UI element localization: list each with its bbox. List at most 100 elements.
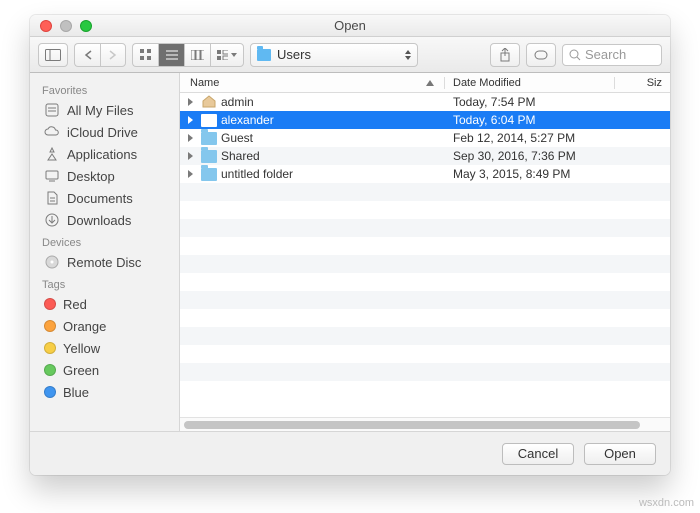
sidebar-item-label: Blue (63, 385, 89, 400)
toolbar: Users Search (30, 37, 670, 73)
table-row[interactable] (180, 327, 670, 345)
sidebar-item-label: Remote Disc (67, 255, 141, 270)
sidebar-toggle-button[interactable] (38, 43, 68, 67)
horizontal-scrollbar[interactable] (180, 417, 670, 431)
documents-icon (44, 190, 60, 206)
close-icon[interactable] (40, 20, 52, 32)
window-title: Open (30, 18, 670, 33)
sidebar-heading: Favorites (30, 79, 179, 99)
file-name: Guest (221, 131, 253, 145)
sidebar-item-label: Applications (67, 147, 137, 162)
search-field[interactable]: Search (562, 44, 662, 66)
table-row[interactable]: adminToday, 7:54 PM (180, 93, 670, 111)
table-row[interactable]: untitled folderMay 3, 2015, 8:49 PM (180, 165, 670, 183)
open-button[interactable]: Open (584, 443, 656, 465)
watermark: wsxdn.com (639, 497, 694, 509)
column-date[interactable]: Date Modified (445, 77, 615, 89)
table-row[interactable] (180, 291, 670, 309)
back-button[interactable] (74, 43, 100, 67)
file-date: May 3, 2015, 8:49 PM (445, 167, 615, 181)
table-row[interactable]: Shared Sep 30, 2016, 7:36 PM (180, 147, 670, 165)
view-mode-segment (132, 43, 244, 67)
path-label: Users (277, 47, 311, 62)
table-row[interactable] (180, 273, 670, 291)
sidebar-item[interactable]: Documents (30, 187, 179, 209)
minimize-icon (60, 20, 72, 32)
sidebar-heading: Tags (30, 273, 179, 293)
sidebar-item-label: iCloud Drive (67, 125, 138, 140)
table-row[interactable]: alexanderToday, 6:04 PM (180, 111, 670, 129)
sidebar-item-label: Downloads (67, 213, 131, 228)
table-row[interactable] (180, 201, 670, 219)
tag-icon (44, 320, 56, 332)
disclosure-triangle-icon[interactable] (188, 170, 193, 178)
column-size[interactable]: Siz (615, 77, 670, 89)
disclosure-triangle-icon[interactable] (188, 152, 193, 160)
maximize-icon[interactable] (80, 20, 92, 32)
sidebar-item[interactable]: Orange (30, 315, 179, 337)
grid-icon (140, 49, 152, 61)
table-row[interactable] (180, 345, 670, 363)
path-dropdown[interactable]: Users (250, 43, 418, 67)
coverflow-view-button[interactable] (210, 43, 244, 67)
open-dialog: Open (30, 15, 670, 475)
table-row[interactable] (180, 237, 670, 255)
chevron-left-icon (84, 50, 92, 60)
file-name: alexander (221, 113, 274, 127)
sidebar-item[interactable]: Green (30, 359, 179, 381)
table-row[interactable] (180, 219, 670, 237)
sidebar-item[interactable]: Yellow (30, 337, 179, 359)
disclosure-triangle-icon[interactable] (188, 116, 193, 124)
table-row[interactable] (180, 363, 670, 381)
tag-icon (44, 386, 56, 398)
folder-icon (201, 150, 217, 163)
icloud-icon (44, 124, 60, 140)
sidebar-item-label: Documents (67, 191, 133, 206)
tag-icon (44, 364, 56, 376)
icon-view-button[interactable] (132, 43, 158, 67)
table-row[interactable]: GuestFeb 12, 2014, 5:27 PM (180, 129, 670, 147)
list-view-button[interactable] (158, 43, 184, 67)
home-icon (201, 94, 217, 111)
folder-icon (201, 114, 217, 127)
sidebar-icon (45, 49, 61, 61)
share-button[interactable] (490, 43, 520, 67)
sidebar-item[interactable]: Desktop (30, 165, 179, 187)
sidebar-item-label: Yellow (63, 341, 100, 356)
table-row[interactable] (180, 255, 670, 273)
column-view-button[interactable] (184, 43, 210, 67)
search-placeholder: Search (585, 47, 626, 62)
file-list[interactable]: adminToday, 7:54 PMalexanderToday, 6:04 … (180, 93, 670, 417)
sidebar-item[interactable]: Blue (30, 381, 179, 403)
cancel-button[interactable]: Cancel (502, 443, 574, 465)
downloads-icon (44, 212, 60, 228)
chevron-right-icon (109, 50, 117, 60)
sidebar-heading: Devices (30, 231, 179, 251)
table-row[interactable] (180, 381, 670, 399)
sidebar-item[interactable]: iCloud Drive (30, 121, 179, 143)
sidebar-item[interactable]: Downloads (30, 209, 179, 231)
sidebar-item[interactable]: Red (30, 293, 179, 315)
forward-button[interactable] (100, 43, 126, 67)
sidebar-item-label: All My Files (67, 103, 133, 118)
dialog-footer: Cancel Open (30, 431, 670, 475)
file-date: Sep 30, 2016, 7:36 PM (445, 149, 615, 163)
sidebar-item[interactable]: Applications (30, 143, 179, 165)
tag-icon (534, 49, 548, 61)
tags-button[interactable] (526, 43, 556, 67)
table-row[interactable] (180, 309, 670, 327)
file-name: Shared (221, 149, 260, 163)
scrollbar-thumb[interactable] (184, 421, 640, 429)
sidebar-item-label: Desktop (67, 169, 115, 184)
sidebar-item[interactable]: Remote Disc (30, 251, 179, 273)
list-icon (166, 50, 178, 60)
tag-icon (44, 298, 56, 310)
table-row[interactable] (180, 183, 670, 201)
sort-asc-icon (426, 80, 434, 86)
sidebar-item[interactable]: All My Files (30, 99, 179, 121)
disclosure-triangle-icon[interactable] (188, 98, 193, 106)
column-name[interactable]: Name (180, 77, 445, 89)
desktop-icon (44, 168, 60, 184)
disclosure-triangle-icon[interactable] (188, 134, 193, 142)
nav-back-forward (74, 43, 126, 67)
